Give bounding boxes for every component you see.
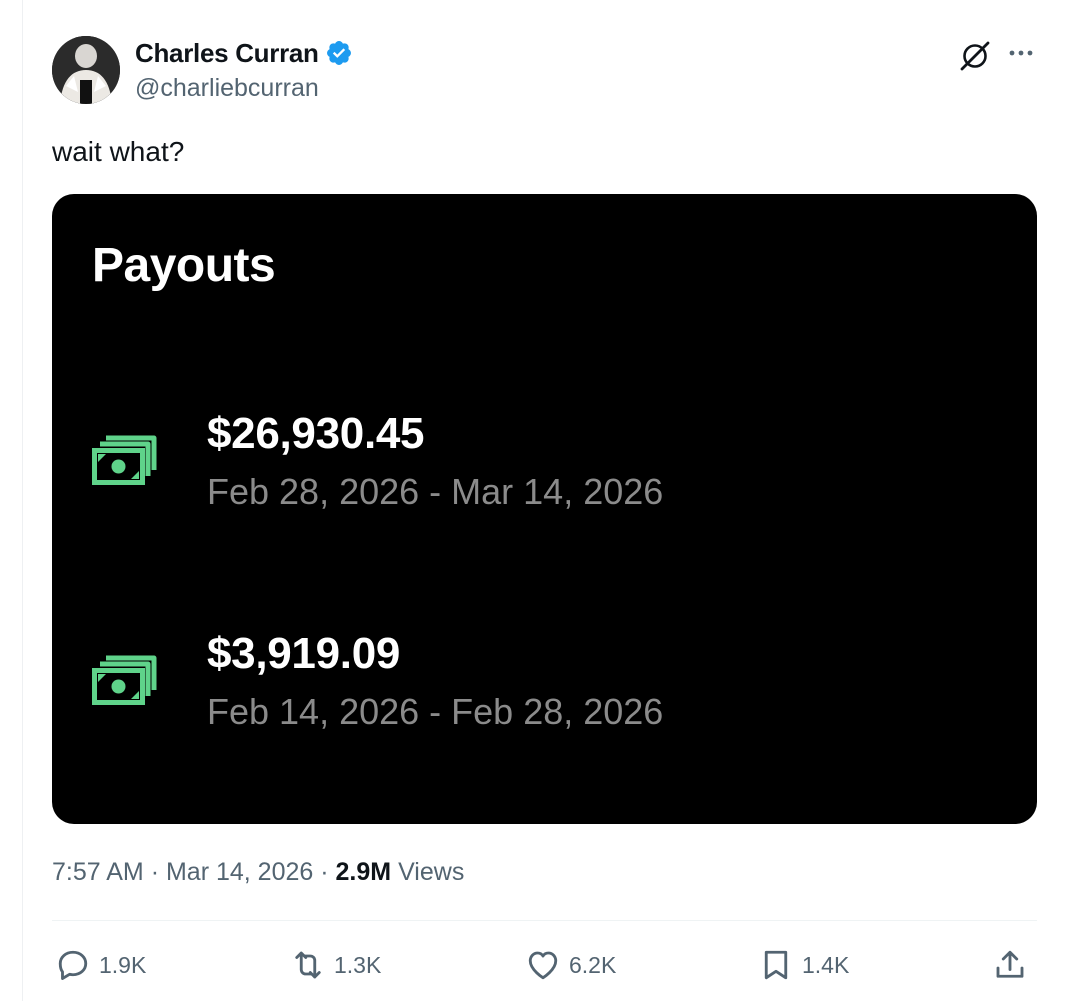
reply-button[interactable]: 1.9K — [55, 945, 146, 985]
verified-badge-icon[interactable] — [325, 39, 353, 67]
money-icon — [92, 655, 157, 705]
payout-amount: $3,919.09 — [207, 629, 401, 678]
tweet: Charles Curran @charliebcurran wait what… — [0, 0, 1080, 1001]
payout-item: $3,919.09 Feb 14, 2026 - Feb 28, 2026 — [92, 628, 992, 748]
money-icon — [92, 435, 157, 485]
views-label[interactable]: Views — [398, 858, 464, 886]
bookmark-icon — [764, 950, 788, 980]
tweet-meta: 7:57 AM · Mar 14, 2026 · 2.9M Views — [52, 855, 464, 889]
payouts-title: Payouts — [92, 239, 276, 292]
views-count[interactable]: 2.9M — [336, 858, 392, 886]
reply-icon — [58, 950, 88, 980]
repost-count: 1.3K — [334, 951, 382, 978]
meta-separator: · — [320, 858, 329, 886]
divider — [52, 920, 1037, 921]
repost-icon — [295, 951, 321, 979]
post-time[interactable]: 7:57 AM — [52, 858, 144, 886]
reply-count: 1.9K — [99, 951, 147, 978]
bookmark-button[interactable]: 1.4K — [758, 945, 849, 985]
post-date[interactable]: Mar 14, 2026 — [166, 858, 313, 886]
meta-separator: · — [150, 858, 160, 886]
like-button[interactable]: 6.2K — [525, 945, 616, 985]
handle[interactable]: @charliebcurran — [135, 72, 319, 104]
share-button[interactable] — [992, 945, 1028, 985]
media-image[interactable]: Payouts $26,930.45 Feb 28, 2026 - Mar 14… — [52, 194, 1037, 824]
bookmark-count: 1.4K — [802, 951, 850, 978]
payout-period: Feb 14, 2026 - Feb 28, 2026 — [207, 691, 664, 732]
display-name-text[interactable]: Charles Curran — [135, 37, 319, 69]
repost-button[interactable]: 1.3K — [290, 945, 381, 985]
avatar[interactable] — [52, 36, 120, 104]
share-icon — [996, 950, 1024, 978]
grok-icon[interactable] — [957, 38, 993, 74]
heart-icon — [528, 951, 558, 980]
left-border — [22, 0, 23, 1001]
payout-item: $26,930.45 Feb 28, 2026 - Mar 14, 2026 — [92, 408, 992, 528]
tweet-text: wait what? — [52, 136, 185, 167]
more-options-icon[interactable] — [1006, 38, 1036, 68]
like-count: 6.2K — [569, 951, 617, 978]
display-name[interactable]: Charles Curran — [135, 37, 353, 69]
payout-period: Feb 28, 2026 - Mar 14, 2026 — [207, 471, 664, 512]
payout-amount: $26,930.45 — [207, 409, 425, 458]
